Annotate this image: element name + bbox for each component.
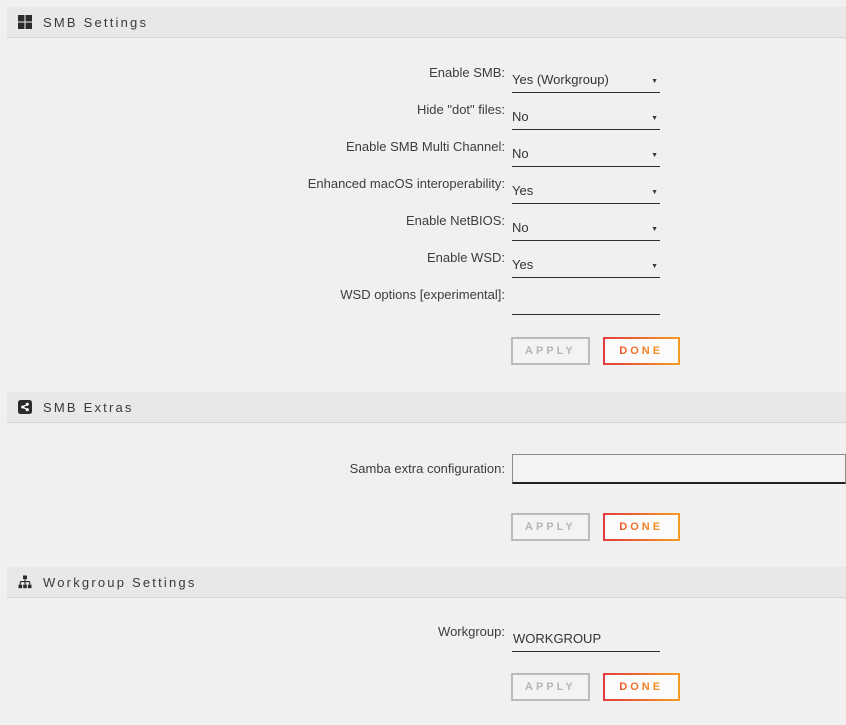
wsd-select[interactable]: Yes ▼ [512, 257, 660, 278]
field-label: Enhanced macOS interoperability: [0, 167, 505, 204]
enable-smb-select[interactable]: Yes (Workgroup) ▼ [512, 72, 660, 93]
select-value: Yes [512, 183, 533, 198]
field-label: WSD options [experimental]: [0, 278, 505, 315]
workgroup-input[interactable] [512, 631, 660, 652]
settings-page: SMB Settings Enable SMB: Yes (Workgroup)… [0, 7, 846, 725]
section-header-workgroup-settings: Workgroup Settings [7, 567, 846, 598]
field-label: Hide "dot" files: [0, 93, 505, 130]
done-button-label: DONE [619, 345, 663, 357]
select-value: Yes [512, 257, 533, 272]
field-label: Enable NetBIOS: [0, 204, 505, 241]
done-button[interactable]: DONE [603, 513, 680, 541]
form-row-hide-dot-files: Hide "dot" files: No ▼ [0, 93, 846, 130]
workgroup-buttons: APPLY DONE [0, 673, 846, 701]
dropdown-arrow-icon: ▼ [651, 188, 660, 198]
select-value: Yes (Workgroup) [512, 72, 609, 87]
field-label: Enable SMB Multi Channel: [0, 130, 505, 167]
wsd-options-input[interactable] [512, 294, 660, 315]
apply-button[interactable]: APPLY [511, 673, 590, 701]
form-row-macos-interop: Enhanced macOS interoperability: Yes ▼ [0, 167, 846, 204]
done-button-label: DONE [619, 681, 663, 693]
form-row-smb-multi-channel: Enable SMB Multi Channel: No ▼ [0, 130, 846, 167]
field-label: Samba extra configuration: [0, 454, 505, 484]
netbios-select[interactable]: No ▼ [512, 220, 660, 241]
workgroup-control [512, 631, 660, 652]
section-title: Workgroup Settings [43, 575, 197, 590]
apply-button[interactable]: APPLY [511, 513, 590, 541]
apply-button[interactable]: APPLY [511, 337, 590, 365]
select-value: No [512, 146, 529, 161]
macos-interop-select[interactable]: Yes ▼ [512, 183, 660, 204]
select-value: No [512, 220, 529, 235]
section-title: SMB Extras [43, 400, 134, 415]
sitemap-icon [18, 575, 32, 589]
field-label: Enable SMB: [0, 56, 505, 93]
section-title: SMB Settings [43, 15, 148, 30]
smb-settings-form: Enable SMB: Yes (Workgroup) ▼ Hide "dot"… [0, 38, 846, 365]
field-label: Enable WSD: [0, 241, 505, 278]
form-row-workgroup: Workgroup: [0, 615, 846, 652]
dropdown-arrow-icon: ▼ [651, 151, 660, 161]
form-row-enable-smb: Enable SMB: Yes (Workgroup) ▼ [0, 56, 846, 93]
field-label: Workgroup: [0, 615, 505, 652]
workgroup-form: Workgroup: APPLY DONE [0, 598, 846, 701]
hide-dot-files-select[interactable]: No ▼ [512, 109, 660, 130]
form-row-samba-extra: Samba extra configuration: [0, 454, 846, 484]
section-header-smb-settings: SMB Settings [7, 7, 846, 38]
wsd-options-control [512, 294, 660, 315]
smb-multi-channel-select[interactable]: No ▼ [512, 146, 660, 167]
select-value: No [512, 109, 529, 124]
section-header-smb-extras: SMB Extras [7, 392, 846, 423]
samba-extra-config-textarea[interactable] [512, 454, 846, 484]
form-row-wsd: Enable WSD: Yes ▼ [0, 241, 846, 278]
dropdown-arrow-icon: ▼ [651, 262, 660, 272]
dropdown-arrow-icon: ▼ [651, 77, 660, 87]
done-button-label: DONE [619, 521, 663, 533]
form-row-wsd-options: WSD options [experimental]: [0, 278, 846, 315]
smb-extras-buttons: APPLY DONE [0, 513, 846, 541]
form-row-netbios: Enable NetBIOS: No ▼ [0, 204, 846, 241]
dropdown-arrow-icon: ▼ [651, 114, 660, 124]
share-icon [18, 400, 32, 414]
done-button[interactable]: DONE [603, 337, 680, 365]
done-button[interactable]: DONE [603, 673, 680, 701]
dropdown-arrow-icon: ▼ [651, 225, 660, 235]
windows-icon [18, 15, 32, 29]
smb-extras-form: Samba extra configuration: APPLY DONE [0, 454, 846, 541]
smb-settings-buttons: APPLY DONE [0, 337, 846, 365]
